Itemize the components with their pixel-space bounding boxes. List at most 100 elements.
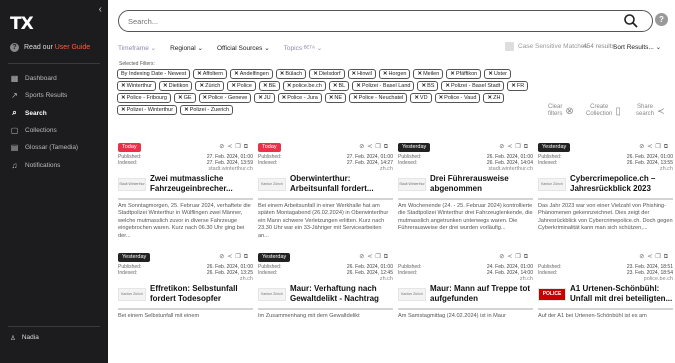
sort-dropdown[interactable]: Sort Results... ⌄ <box>613 43 661 51</box>
remove-filter-icon[interactable]: ✕ <box>329 95 334 101</box>
topics-dropdown[interactable]: Topics ᴮᴱᵀᴬ ⌄ <box>284 44 323 52</box>
sidebar-item-dashboard[interactable]: ▦ Dashboard <box>10 74 57 83</box>
app-logo[interactable]: TX <box>10 14 34 34</box>
remove-filter-icon[interactable]: ✕ <box>263 83 268 89</box>
article-title[interactable]: Zwei mutmassliche Fahrzeugeinbrecher... <box>150 174 253 194</box>
filter-chip[interactable]: ✕Winterthur <box>117 81 156 91</box>
remove-filter-icon[interactable]: ✕ <box>184 107 189 113</box>
open-icon[interactable]: ⧉ <box>384 254 391 260</box>
remove-filter-icon[interactable]: ✕ <box>280 71 285 77</box>
filter-chip[interactable]: ✕Polizei - Basel Stadt <box>441 81 505 91</box>
result-card[interactable]: Yesterday ⊘≺❐⧉ Published: 26. Feb. 2024, 01… <box>258 253 393 354</box>
remove-filter-icon[interactable]: ✕ <box>178 95 183 101</box>
filter-chip[interactable]: ✕GE <box>173 93 196 103</box>
search-icon[interactable] <box>623 13 639 29</box>
sidebar-item-sports-results[interactable]: ↗ Sports Results <box>10 91 67 100</box>
remove-filter-icon[interactable]: ✕ <box>121 83 126 89</box>
article-title[interactable]: Effretikon: Selbstunfall fordert Todesop… <box>150 284 253 304</box>
filter-chip[interactable]: ✕Dietikon <box>158 81 193 91</box>
filter-chip[interactable]: ✕Dielsdorf <box>309 69 345 79</box>
user-profile[interactable]: ♙ Nadia <box>10 334 39 342</box>
remove-filter-icon[interactable]: ✕ <box>488 71 493 77</box>
remove-filter-icon[interactable]: ✕ <box>353 95 358 101</box>
remove-filter-icon[interactable]: ✕ <box>234 71 239 77</box>
copy-icon[interactable]: ❐ <box>655 144 663 150</box>
copy-icon[interactable]: ❐ <box>375 144 383 150</box>
timeframe-dropdown[interactable]: Timeframe ⌄ <box>118 44 156 52</box>
open-icon[interactable]: ⧉ <box>664 144 671 150</box>
filter-chip[interactable]: ✕NE <box>324 93 347 103</box>
remove-filter-icon[interactable]: ✕ <box>421 83 426 89</box>
remove-filter-icon[interactable]: ✕ <box>199 83 204 89</box>
result-card[interactable]: Today ⊘≺❐⧉ Published: 27. Feb. 2024, 01:00 I… <box>258 143 393 244</box>
remove-filter-icon[interactable]: ✕ <box>487 95 492 101</box>
filter-chip[interactable]: ✕Andelfingen <box>230 69 273 79</box>
remove-filter-icon[interactable]: ✕ <box>356 83 361 89</box>
clear-filters-button[interactable]: Clear filters ⊗ <box>548 104 574 118</box>
remove-filter-icon[interactable]: ✕ <box>282 95 287 101</box>
filter-chip[interactable]: ✕FR <box>507 81 529 91</box>
result-card[interactable]: Today ⊘≺❐⧉ Published: 27. Feb. 2024, 01:00 I… <box>118 143 253 244</box>
open-icon[interactable]: ⧉ <box>384 144 391 150</box>
result-card[interactable]: ⊘≺❐⧉ Published: 23. Feb. 2024, 18:51 Indexe… <box>538 253 673 354</box>
article-title[interactable]: A1 Urtenen-Schönbühl: Unfall mit drei be… <box>570 284 673 304</box>
filter-chip[interactable]: ✕Polizei - Basel Land <box>352 81 415 91</box>
article-title[interactable]: Oberwinterthur: Arbeitsunfall fordert... <box>290 174 393 194</box>
result-card[interactable]: Yesterday ⊘≺❐⧉ Published: 26. Feb. 2024, 01… <box>398 143 533 244</box>
article-title[interactable]: Drei Führerausweise abgenommen <box>430 174 533 194</box>
remove-filter-icon[interactable]: ✕ <box>231 83 236 89</box>
filter-chip[interactable]: ✕Hinwil <box>347 69 376 79</box>
filter-chip[interactable]: ✕BL <box>328 81 350 91</box>
copy-icon[interactable]: ❐ <box>235 254 243 260</box>
sidebar-item-search[interactable]: ⌕ Search <box>10 108 46 118</box>
article-title[interactable]: Maur: Verhaftung nach Gewaltdelikt - Nac… <box>290 284 393 304</box>
remove-filter-icon[interactable]: ✕ <box>258 95 263 101</box>
open-icon[interactable]: ⧉ <box>664 254 671 260</box>
remove-filter-icon[interactable]: ✕ <box>333 83 338 89</box>
filter-chip[interactable]: ✕Bülach <box>275 69 307 79</box>
remove-filter-icon[interactable]: ✕ <box>197 71 202 77</box>
filter-chip[interactable]: ✕ZH <box>483 93 505 103</box>
filter-chip[interactable]: ✕Police - Fribourg <box>117 93 171 103</box>
result-card[interactable]: ⊘≺❐⧉ Published: 24. Feb. 2024, 01:00 Indexe… <box>398 253 533 354</box>
open-icon[interactable]: ⧉ <box>244 254 251 260</box>
remove-filter-icon[interactable]: ✕ <box>121 107 126 113</box>
search-input[interactable] <box>118 10 653 32</box>
open-icon[interactable]: ⧉ <box>244 144 251 150</box>
filter-chip[interactable]: ✕police.be.ch <box>282 81 326 91</box>
filter-chip[interactable]: ✕Police - Vaud <box>434 93 481 103</box>
open-icon[interactable]: ⧉ <box>524 254 531 260</box>
remove-filter-icon[interactable]: ✕ <box>450 71 455 77</box>
filter-chip[interactable]: ✕BE <box>258 81 280 91</box>
copy-icon[interactable]: ❐ <box>515 254 523 260</box>
filter-chip[interactable]: ✕Horgen <box>378 69 411 79</box>
sidebar-item-collections[interactable]: ▢ Collections <box>10 126 57 135</box>
filter-chip[interactable]: ✕Polizei - Zuerich <box>180 105 234 115</box>
article-title[interactable]: Cybercrimepolice.ch – Jahresrückblick 20… <box>570 174 673 194</box>
filter-chip[interactable]: ✕BS <box>417 81 439 91</box>
remove-filter-icon[interactable]: ✕ <box>445 83 450 89</box>
filter-chip[interactable]: ✕Uster <box>484 69 511 79</box>
copy-icon[interactable]: ❐ <box>515 144 523 150</box>
open-icon[interactable]: ⧉ <box>524 144 531 150</box>
remove-filter-icon[interactable]: ✕ <box>313 71 318 77</box>
filter-chip[interactable]: ✕Meilen <box>413 69 444 79</box>
case-sensitive-checkbox[interactable] <box>505 42 514 51</box>
filter-chip[interactable]: ✕Police <box>227 81 256 91</box>
official-sources-dropdown[interactable]: Official Sources ⌄ <box>217 44 270 52</box>
create-collection-button[interactable]: Create Collection ▯ <box>586 104 621 118</box>
user-guide-link[interactable]: ? Read our User Guide <box>10 43 90 52</box>
remove-filter-icon[interactable]: ✕ <box>352 71 357 77</box>
copy-icon[interactable]: ❐ <box>375 254 383 260</box>
collapse-sidebar-icon[interactable]: ‹ <box>99 4 102 15</box>
sidebar-item-glossar[interactable]: ▤ Glossar (Tamedia) <box>10 143 78 152</box>
article-title[interactable]: Maur: Mann auf Treppe tot aufgefunden <box>430 284 533 304</box>
remove-filter-icon[interactable]: ✕ <box>414 95 419 101</box>
remove-filter-icon[interactable]: ✕ <box>417 71 422 77</box>
remove-filter-icon[interactable]: ✕ <box>121 95 126 101</box>
filter-chip[interactable]: ✕Police - Neuchatel <box>349 93 408 103</box>
remove-filter-icon[interactable]: ✕ <box>439 95 444 101</box>
copy-icon[interactable]: ❐ <box>235 144 243 150</box>
filter-chip[interactable]: ✕JU <box>254 93 275 103</box>
filter-chip[interactable]: ✕VD <box>410 93 432 103</box>
